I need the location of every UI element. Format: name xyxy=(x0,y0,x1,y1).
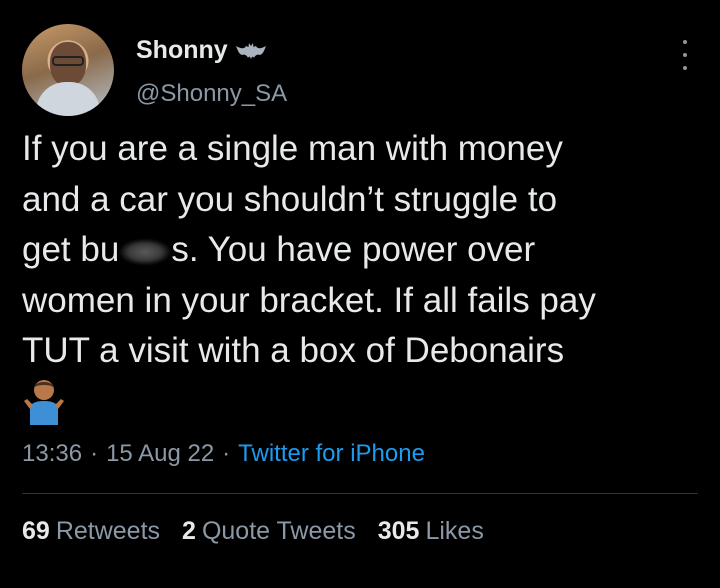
more-icon[interactable] xyxy=(678,40,692,70)
likes-count: 305 xyxy=(377,517,420,545)
author-handle[interactable]: @Shonny_SA xyxy=(136,80,287,108)
tweet-line: TUT a visit with a box of Debonairs xyxy=(22,331,565,370)
more-dot xyxy=(683,40,687,44)
censor-blur xyxy=(119,239,172,265)
author-row: Shonny xyxy=(136,36,266,65)
avatar-glasses xyxy=(52,56,84,66)
quotes-count: 2 xyxy=(182,517,196,545)
quotes-label: Quote Tweets xyxy=(201,517,356,545)
likes-label: Likes xyxy=(425,517,484,545)
tweet-fragment: get bu xyxy=(22,230,120,269)
tweet-line: and a car you shouldn’t struggle to xyxy=(22,179,558,219)
divider xyxy=(22,493,698,494)
bat-icon xyxy=(235,42,266,59)
quotes-stat[interactable]: 2 Quote Tweets xyxy=(182,517,356,546)
meta-separator: · xyxy=(222,440,231,467)
more-dot xyxy=(683,66,687,70)
tweet-line: women in your bracket. If all fails pay xyxy=(22,280,596,320)
retweets-label: Retweets xyxy=(55,517,161,545)
tweet-time[interactable]: 13:36 xyxy=(22,440,82,468)
tweet-fragment: s. You have power over xyxy=(171,230,536,269)
likes-stat[interactable]: 305 Likes xyxy=(378,517,484,546)
tweet-date[interactable]: 15 Aug 22 xyxy=(106,440,214,468)
author-name[interactable]: Shonny xyxy=(136,36,228,65)
tweet-meta: 13:36 · 15 Aug 22 · Twitter for iPhone xyxy=(22,440,425,468)
tweet-text: If you are a single man with money and a… xyxy=(22,124,702,377)
retweets-count: 69 xyxy=(22,517,50,545)
tweet-line: get bu s. You have power over xyxy=(22,225,702,276)
retweets-stat[interactable]: 69 Retweets xyxy=(22,517,160,546)
tweet-source[interactable]: Twitter for iPhone xyxy=(238,440,425,468)
meta-separator: · xyxy=(90,440,99,467)
avatar-shirt xyxy=(36,82,100,116)
more-dot xyxy=(683,53,687,57)
shrug-emoji-icon xyxy=(24,380,64,425)
tweet-line: If you are a single man with money xyxy=(22,129,563,168)
tweet-stats: 69 Retweets 2 Quote Tweets 305 Likes xyxy=(22,517,484,546)
avatar[interactable] xyxy=(22,24,114,116)
